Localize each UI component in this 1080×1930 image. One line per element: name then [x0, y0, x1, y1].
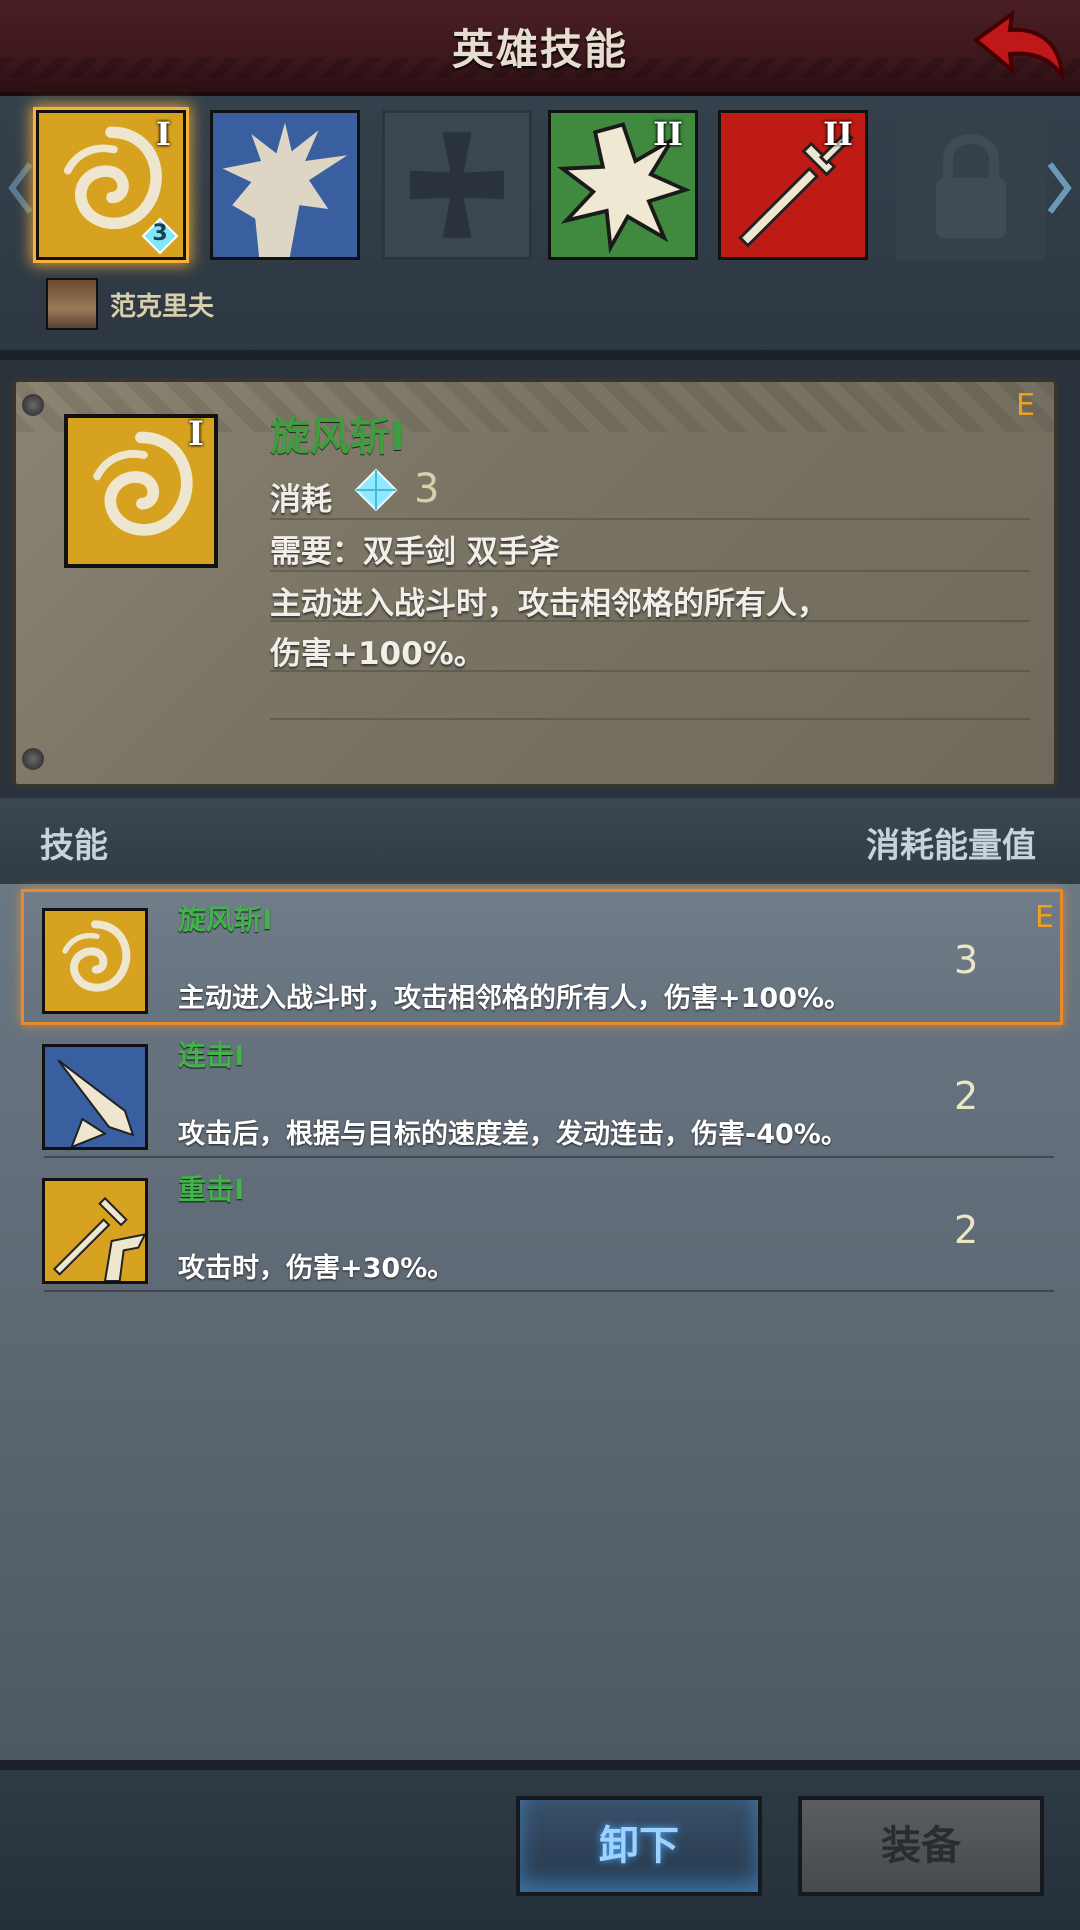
- skill-slot-empty[interactable]: [382, 110, 532, 260]
- double-blade-icon: [45, 1047, 145, 1149]
- gem-count-badge: 3: [141, 217, 179, 255]
- unequip-button[interactable]: 卸下: [516, 1796, 762, 1896]
- scroll-right-arrow[interactable]: [1044, 158, 1074, 218]
- skill-energy-cost: 3: [954, 938, 979, 982]
- skill-description: 攻击时，伤害+30%。: [178, 1253, 455, 1284]
- divider: [270, 718, 1030, 720]
- divider: [44, 1156, 1054, 1158]
- slot-tier-label: I: [156, 115, 171, 153]
- divider: [270, 670, 1030, 672]
- detail-requirement: 需要：双手剑 双手斧: [270, 534, 560, 570]
- divider: [270, 570, 1030, 572]
- skill-slot-burst[interactable]: II: [548, 110, 698, 260]
- chevron-left-icon: [8, 162, 33, 214]
- empty-cross-slot-icon: [409, 132, 505, 238]
- divider: [44, 1290, 1054, 1292]
- skill-icon: [42, 908, 148, 1014]
- detail-tier-label: I: [188, 414, 204, 454]
- detail-description-line-1: 主动进入战斗时，攻击相邻格的所有人，: [270, 586, 828, 622]
- skill-rank-badge: E: [1035, 900, 1054, 935]
- rivet-icon: [22, 748, 44, 770]
- skill-slot-fist[interactable]: [210, 110, 360, 260]
- skill-slot-whirlwind[interactable]: I 3: [33, 107, 189, 263]
- column-header-energy-cost: 消耗能量值: [866, 826, 1036, 866]
- skill-slot-sword[interactable]: II: [718, 110, 868, 260]
- detail-cost-value: 3: [414, 466, 440, 512]
- back-arrow-icon: [972, 9, 1065, 84]
- skill-icon: [42, 1044, 148, 1150]
- gem-count: 3: [152, 221, 168, 246]
- hero-info: 范克里夫: [40, 278, 1040, 330]
- fist-icon: [213, 113, 357, 257]
- divider: [270, 620, 1030, 622]
- hero-avatar[interactable]: [46, 278, 98, 330]
- detail-description-line-2: 伤害+100%。: [270, 636, 485, 672]
- page-title: 英雄技能: [451, 25, 628, 74]
- skill-list-item-combo[interactable]: 连击I 攻击后，根据与目标的速度差，发动连击，伤害-40%。 2: [24, 1028, 1060, 1158]
- detail-skill-name: 旋风斩I: [270, 414, 405, 460]
- diamond-gem-icon: [354, 468, 398, 512]
- skill-slot-locked[interactable]: [896, 110, 1046, 260]
- skill-icon: [42, 1178, 148, 1284]
- skill-name: 重击I: [178, 1173, 245, 1206]
- skill-list-item-heavy-strike[interactable]: 重击I 攻击时，伤害+30%。 2: [24, 1162, 1060, 1292]
- skill-name: 旋风斩I: [178, 903, 273, 936]
- slot-tier-label: II: [823, 115, 853, 153]
- back-button[interactable]: [968, 6, 1068, 86]
- divider: [0, 350, 1080, 360]
- slot-tier-label: II: [653, 115, 683, 153]
- divider: [270, 518, 1030, 520]
- equip-button[interactable]: 装备: [798, 1796, 1044, 1896]
- hero-name: 范克里夫: [110, 292, 215, 322]
- skill-description: 主动进入战斗时，攻击相邻格的所有人，伤害+100%。: [178, 983, 852, 1014]
- column-header-skill: 技能: [40, 826, 108, 866]
- skill-energy-cost: 2: [954, 1208, 979, 1252]
- skill-name: 连击I: [178, 1039, 245, 1072]
- rivet-icon: [22, 394, 44, 416]
- skill-list-item-whirlwind[interactable]: 旋风斩I 主动进入战斗时，攻击相邻格的所有人，伤害+100%。 3 E: [21, 889, 1063, 1025]
- whirlwind-icon: [45, 911, 145, 1011]
- skill-energy-cost: 2: [954, 1074, 979, 1118]
- skill-description: 攻击后，根据与目标的速度差，发动连击，伤害-40%。: [178, 1119, 848, 1150]
- heavy-strike-icon: [45, 1181, 147, 1282]
- detail-rank-badge: E: [1016, 388, 1035, 423]
- scroll-left-arrow[interactable]: [6, 158, 36, 218]
- lock-icon: [936, 134, 1006, 238]
- chevron-right-icon: [1047, 162, 1072, 214]
- detail-cost-label: 消耗: [270, 482, 332, 518]
